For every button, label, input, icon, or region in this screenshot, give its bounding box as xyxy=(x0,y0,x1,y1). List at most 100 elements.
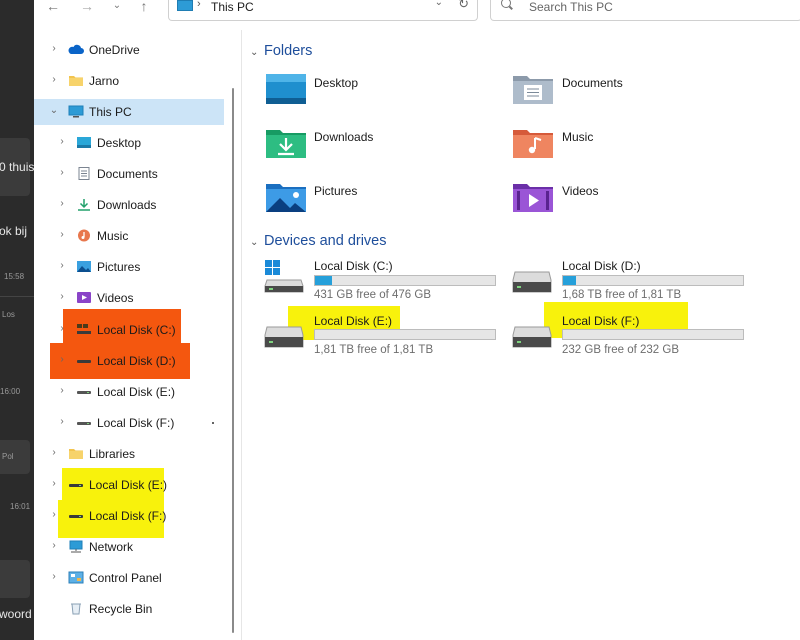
drive-free-space: 1,68 TB free of 1,81 TB xyxy=(562,289,682,301)
chevron-down-icon[interactable]: ⌄ xyxy=(49,105,59,117)
sidebar-item-local-disk-f[interactable]: › Local Disk (F:) xyxy=(34,503,224,529)
drive-icon xyxy=(512,323,552,357)
background-time: 16:01 xyxy=(10,502,31,511)
background-text: Pol xyxy=(2,452,14,461)
chevron-right-icon[interactable]: › xyxy=(49,74,59,86)
chevron-right-icon[interactable]: › xyxy=(57,198,67,210)
sidebar-item-downloads[interactable]: › Downloads xyxy=(34,192,224,218)
sidebar-item-this-pc[interactable]: ⌄ This PC xyxy=(34,99,224,125)
sidebar-item-label: Local Disk (C:) xyxy=(97,323,176,337)
drive-icon xyxy=(68,509,83,522)
sidebar-item-label: Recycle Bin xyxy=(89,602,153,616)
sidebar-item-label: Local Disk (E:) xyxy=(89,478,168,492)
stray-dot xyxy=(212,422,214,424)
drives-group-header[interactable]: ⌄ Devices and drives xyxy=(250,233,387,249)
arrow-up-icon: ↑ xyxy=(140,0,148,14)
chevron-down-icon: ⌄ xyxy=(250,237,259,248)
chevron-right-icon[interactable]: › xyxy=(57,291,67,303)
sidebar-item-documents[interactable]: › Documents xyxy=(34,161,224,187)
pictures-icon xyxy=(76,260,91,273)
folder-label: Pictures xyxy=(314,184,358,198)
drive-usage-bar xyxy=(562,275,744,286)
sidebar-item-local-disk-e[interactable]: › Local Disk (E:) xyxy=(34,379,224,405)
chevron-right-icon[interactable]: › xyxy=(49,509,59,521)
network-icon xyxy=(68,540,83,553)
drive-usage-bar xyxy=(562,329,744,340)
folder-label: Documents xyxy=(562,76,623,90)
chevron-right-icon[interactable]: › xyxy=(57,385,67,397)
chevron-right-icon[interactable]: › xyxy=(57,416,67,428)
chevron-right-icon[interactable]: › xyxy=(57,229,67,241)
sidebar-item-label: This PC xyxy=(89,105,132,119)
sidebar-item-label: Pictures xyxy=(97,260,141,274)
sidebar-item-music[interactable]: › Music xyxy=(34,223,224,249)
chevron-right-icon[interactable]: › xyxy=(49,447,59,459)
arrow-right-icon: → xyxy=(80,0,94,14)
folder-label: Desktop xyxy=(314,76,359,90)
videos-folder-icon xyxy=(512,180,553,214)
folders-header-label: Folders xyxy=(264,43,313,59)
sidebar-item-pictures[interactable]: › Pictures xyxy=(34,254,224,280)
drive-free-space: 431 GB free of 476 GB xyxy=(314,289,431,301)
sidebar-item-libraries[interactable]: › Libraries xyxy=(34,441,224,467)
folders-group-header[interactable]: ⌄ Folders xyxy=(250,43,312,59)
search-box[interactable]: Search This PC xyxy=(490,0,800,21)
folder-icon xyxy=(68,74,83,87)
sidebar-item-local-disk-f[interactable]: › Local Disk (F:) xyxy=(34,410,224,436)
background-time: 16:00 xyxy=(0,387,21,396)
cloud-icon xyxy=(68,43,84,56)
address-bar[interactable]: › This PC ⌄ ↻ xyxy=(168,0,478,21)
background-text: ok bij xyxy=(0,224,28,238)
video-icon xyxy=(76,291,91,304)
drive-icon xyxy=(76,354,91,367)
chevron-right-icon[interactable]: › xyxy=(57,136,67,148)
refresh-icon[interactable]: ↻ xyxy=(458,0,469,12)
chevron-right-icon[interactable]: › xyxy=(57,323,67,335)
recent-locations-button[interactable]: ⌄ xyxy=(107,0,127,16)
sidebar-item-control-panel[interactable]: › Control Panel xyxy=(34,565,224,591)
sidebar-item-local-disk-c[interactable]: › Local Disk (C:) xyxy=(34,317,224,343)
chevron-down-icon: ⌄ xyxy=(250,47,259,58)
drive-icon xyxy=(512,268,552,302)
folder-label: Downloads xyxy=(314,130,374,144)
arrow-left-icon: ← xyxy=(46,0,60,14)
sidebar-item-recycle-bin[interactable]: Recycle Bin xyxy=(34,596,224,622)
drive-icon xyxy=(68,478,83,491)
search-placeholder: Search This PC xyxy=(529,0,613,14)
chevron-right-icon[interactable]: › xyxy=(49,571,59,583)
drive-free-space: 232 GB free of 232 GB xyxy=(562,344,679,356)
sidebar-item-network[interactable]: › Network xyxy=(34,534,224,560)
sidebar-item-label: Local Disk (F:) xyxy=(97,416,175,430)
sidebar-item-jarno[interactable]: › Jarno xyxy=(34,68,224,94)
sidebar-item-label: Control Panel xyxy=(89,571,162,585)
sidebar-item-videos[interactable]: › Videos xyxy=(34,285,224,311)
sidebar-item-local-disk-e[interactable]: › Local Disk (E:) xyxy=(34,472,224,498)
drives-header-label: Devices and drives xyxy=(264,233,387,249)
windows-drive-icon xyxy=(264,258,304,293)
drive-label: Local Disk (F:) xyxy=(562,314,640,328)
sidebar-item-onedrive[interactable]: › OneDrive xyxy=(34,37,224,63)
up-button[interactable]: ↑ xyxy=(134,0,154,16)
chevron-right-icon[interactable]: › xyxy=(49,540,59,552)
documents-folder-icon xyxy=(512,72,553,106)
chevron-right-icon: › xyxy=(197,0,201,10)
back-button[interactable]: ← xyxy=(43,0,63,16)
search-icon xyxy=(501,0,511,8)
sidebar-scrollbar[interactable] xyxy=(232,88,234,633)
desktop-icon xyxy=(76,136,91,149)
sidebar-item-local-disk-d[interactable]: › Local Disk (D:) xyxy=(34,348,224,374)
chevron-right-icon[interactable]: › xyxy=(57,354,67,366)
pictures-folder-icon xyxy=(265,180,306,214)
computer-icon xyxy=(177,0,193,11)
chevron-right-icon[interactable]: › xyxy=(49,478,59,490)
drive-usage-bar xyxy=(314,275,496,286)
background-text: woord xyxy=(0,607,32,621)
address-history-dropdown[interactable]: ⌄ xyxy=(435,0,443,8)
sidebar-item-desktop[interactable]: › Desktop xyxy=(34,130,224,156)
chevron-right-icon[interactable]: › xyxy=(57,167,67,179)
chevron-right-icon[interactable]: › xyxy=(49,43,59,55)
forward-button[interactable]: → xyxy=(77,0,97,16)
chevron-down-icon: ⌄ xyxy=(112,0,122,11)
chevron-right-icon[interactable]: › xyxy=(57,260,67,272)
sidebar-item-label: Network xyxy=(89,540,134,554)
